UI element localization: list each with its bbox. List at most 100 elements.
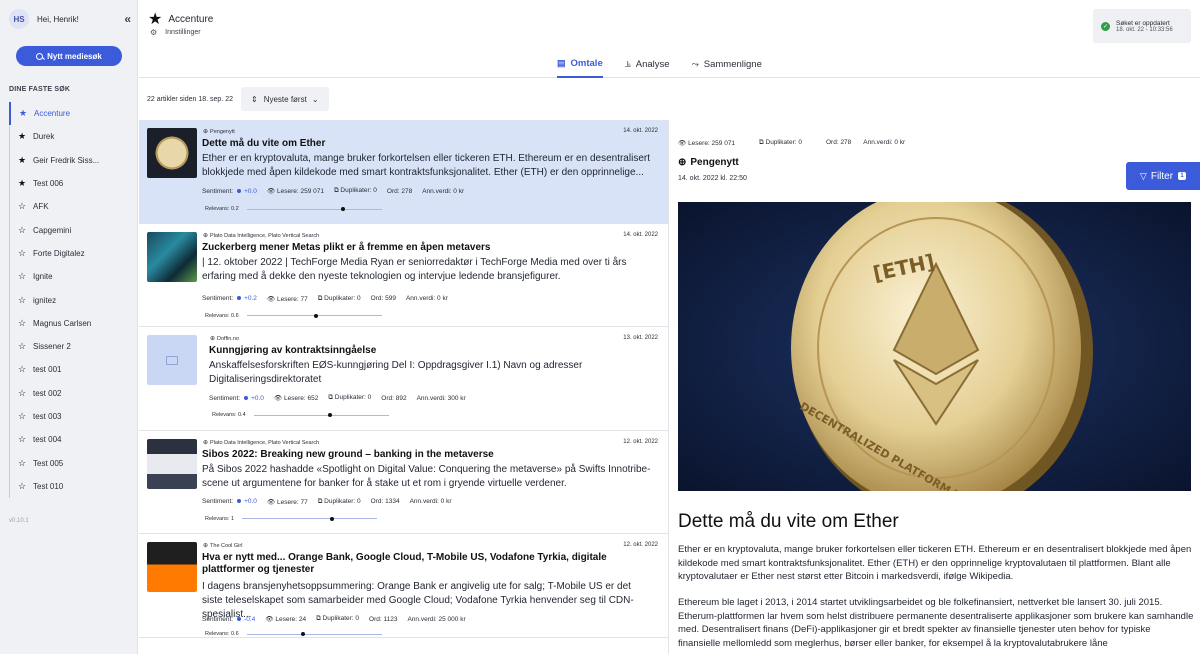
ad-value: Ann.verdi: 0 kr	[409, 498, 452, 505]
star-outline-icon[interactable]: ☆	[18, 295, 30, 306]
article-source: ⊕ The Cool Girl	[203, 542, 242, 549]
star-outline-icon[interactable]: ☆	[18, 388, 30, 399]
sidebar-item-saved-search[interactable]: ☆ Test 005	[10, 451, 137, 474]
article-card[interactable]: ⊕ Plato Data Intelligence, Plato Vertical…	[139, 224, 668, 327]
article-title[interactable]: Kunngjøring av kontraktsinngåelse	[209, 345, 659, 357]
sort-icon: ⇕	[251, 94, 258, 104]
sidebar-item-saved-search[interactable]: ★ Accenture	[9, 102, 137, 126]
sidebar-item-saved-search[interactable]: ☆ Capgemini	[10, 218, 137, 241]
detail-title: Dette må du vite om Ether	[678, 511, 899, 532]
ad-value: Ann.verdi: 300 kr	[416, 394, 466, 402]
article-date: 14. okt. 2022	[623, 128, 658, 134]
relevance-knob[interactable]	[314, 313, 319, 318]
sidebar-item-label: Forte Digitalez	[33, 248, 85, 258]
sidebar-item-saved-search[interactable]: ☆ Magnus Carlsen	[10, 312, 137, 335]
globe-icon: ⊕	[203, 232, 209, 239]
tab-analyse-label: Analyse	[635, 59, 670, 70]
sentiment: Sentiment: +0.2	[202, 295, 257, 302]
sort-dropdown[interactable]: ⇕ Nyeste først ⌄	[241, 87, 329, 111]
sidebar-item-saved-search[interactable]: ☆ AFK	[10, 195, 137, 218]
star-outline-icon[interactable]: ☆	[18, 225, 30, 236]
article-card[interactable]: ⊕ Doffin.no 13. okt. 2022 Kunngjøring av ko…	[139, 327, 668, 431]
star-outline-icon[interactable]: ☆	[18, 481, 30, 492]
sidebar-item-saved-search[interactable]: ☆ Forte Digitalez	[10, 242, 137, 265]
star-filled-icon[interactable]: ★	[18, 131, 30, 142]
sidebar-item-saved-search[interactable]: ☆ Sissener 2	[10, 335, 137, 358]
detail-paragraph: Ethereum ble laget i 2013, i 2014 starte…	[678, 597, 1194, 649]
article-thumbnail	[147, 542, 197, 592]
sidebar-item-label: AFK	[33, 202, 49, 212]
relevance-knob[interactable]	[327, 413, 332, 417]
star-outline-icon[interactable]: ☆	[18, 341, 30, 352]
collapse-sidebar-icon[interactable]: «	[124, 12, 131, 26]
sidebar-item-saved-search[interactable]: ☆ test 003	[10, 405, 137, 428]
relevance-slider[interactable]	[246, 632, 382, 636]
readers: 👁 Lesere: 77	[266, 498, 308, 506]
star-filled-icon[interactable]: ★	[18, 178, 30, 189]
star-outline-icon[interactable]: ☆	[18, 434, 30, 445]
readers: 👁 Lesere: 77	[266, 295, 308, 303]
new-media-search-button[interactable]: Nytt mediesøk	[16, 46, 122, 66]
readers: 👁 Lesere: 652	[273, 395, 319, 402]
article-snippet: På Sibos 2022 hashadde «Spotlight on Dig…	[202, 463, 651, 489]
readers-value: Lesere: 24	[275, 616, 307, 623]
star-filled-icon[interactable]: ★	[18, 155, 30, 166]
article-card[interactable]: ⊕ Pengenytt 14. okt. 2022 Dette må du vite …	[139, 120, 668, 224]
sentiment-value: +0.0	[244, 187, 257, 195]
sidebar-item-label: Test 010	[33, 481, 64, 491]
star-outline-icon[interactable]: ☆	[18, 458, 30, 469]
app-version: v0.10.1	[9, 518, 29, 524]
relevance-slider[interactable]	[246, 207, 382, 211]
sidebar-item-saved-search[interactable]: ☆ test 002	[10, 382, 137, 405]
sidebar-item-saved-search[interactable]: ★ Durek	[10, 125, 137, 148]
article-title[interactable]: Hva er nytt med... Orange Bank, Google C…	[202, 552, 652, 576]
relevance-knob[interactable]	[341, 207, 346, 211]
sidebar-item-saved-search[interactable]: ☆ test 001	[10, 358, 137, 381]
star-outline-icon[interactable]: ☆	[18, 248, 30, 259]
star-outline-icon[interactable]: ☆	[18, 201, 30, 212]
tab-omtale[interactable]: ▤ Omtale	[557, 58, 603, 78]
ad-value: Ann.verdi: 0 kr	[422, 187, 465, 195]
relevance-label: Relevans: 1	[205, 515, 235, 522]
tab-analyse[interactable]: ⫡ Analyse	[625, 58, 670, 71]
sidebar-item-saved-search[interactable]: ☆ ignitez	[10, 288, 137, 311]
avatar[interactable]: HS	[9, 9, 29, 29]
sidebar-item-saved-search[interactable]: ☆ Test 010	[10, 475, 137, 498]
sentiment-value: +0.2	[244, 295, 257, 302]
sidebar-item-saved-search[interactable]: ☆ Ignite	[10, 265, 137, 288]
words: Ord: 1123	[369, 615, 398, 623]
relevance-slider[interactable]	[246, 313, 382, 318]
article-metrics: Sentiment: +0.0 👁 Lesere: 259 071 ⧉ Duplika…	[202, 187, 474, 195]
star-outline-icon[interactable]: ☆	[18, 318, 30, 329]
relevance-slider[interactable]	[253, 413, 389, 417]
sentiment-dot-icon	[237, 296, 242, 301]
article-card[interactable]: ⊕ Plato Data Intelligence, Plato Vertical…	[139, 431, 668, 534]
relevance-knob[interactable]	[300, 632, 305, 636]
sidebar-item-saved-search[interactable]: ☆ test 004	[10, 428, 137, 451]
star-outline-icon[interactable]: ☆	[18, 271, 30, 282]
sidebar-item-label: Magnus Carlsen	[33, 318, 92, 328]
detail-source: ⊕ Pengenytt	[678, 157, 739, 168]
star-outline-icon[interactable]: ☆	[18, 364, 30, 375]
star-outline-icon[interactable]: ☆	[18, 411, 30, 422]
article-title[interactable]: Zuckerberg mener Metas plikt er å fremme…	[202, 242, 652, 254]
star-filled-icon[interactable]: ★	[19, 108, 31, 119]
article-title[interactable]: Dette må du vite om Ether	[202, 138, 652, 150]
star-icon[interactable]: ★	[148, 9, 162, 29]
settings-link[interactable]: ⚙ Innstillinger	[150, 28, 201, 37]
article-title[interactable]: Sibos 2022: Breaking new ground – bankin…	[202, 449, 652, 461]
tab-sammenligne-label: Sammenligne	[703, 59, 762, 70]
detail-readers-value: Lesere: 259 071	[688, 140, 736, 147]
relevance-knob[interactable]	[329, 516, 334, 521]
sidebar-item-saved-search[interactable]: ★ Geir Fredrik Siss...	[10, 149, 137, 172]
sidebar-item-saved-search[interactable]: ★ Test 006	[10, 172, 137, 195]
tab-sammenligne[interactable]: ⤳ Sammenligne	[692, 58, 762, 71]
article-metrics: Sentiment: -0.4 👁 Lesere: 24 ⧉ Duplikater: …	[202, 615, 476, 623]
sidebar-item-label: Test 006	[33, 179, 64, 189]
article-card[interactable]: ⊕ The Cool Girl 12. okt. 2022 Hva er nytt m…	[139, 534, 668, 638]
filter-button[interactable]: ▽ Filter 1	[1126, 162, 1200, 190]
search-title: Accenture	[168, 13, 214, 25]
sidebar-item-label: Accenture	[34, 109, 71, 119]
article-source: ⊕ Doffin.no	[210, 335, 239, 342]
relevance-slider[interactable]	[242, 516, 378, 521]
